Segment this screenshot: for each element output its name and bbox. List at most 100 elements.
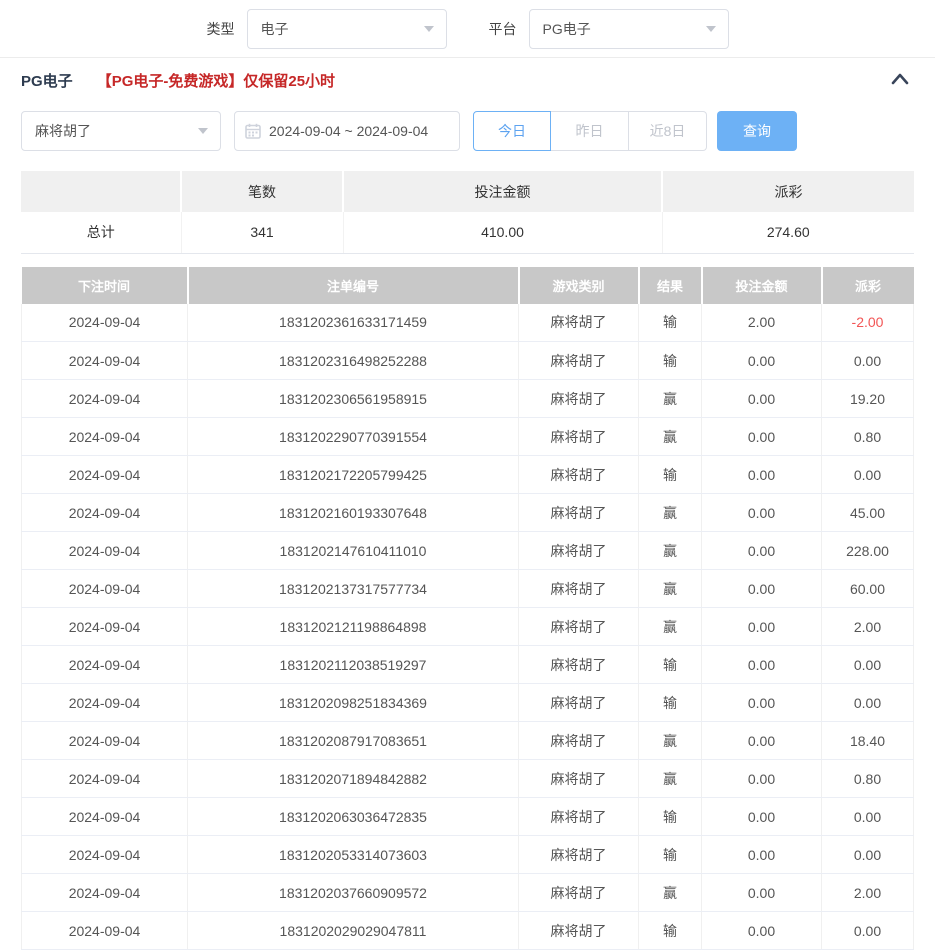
- column-header-result: 结果: [639, 267, 702, 304]
- cell-bet-time: 2024-09-04: [22, 570, 188, 608]
- cell-result: 赢: [639, 570, 702, 608]
- cell-game-type: 麻将胡了: [519, 646, 639, 684]
- query-row: 麻将胡了 2024-09-04 ~ 2024-09-04 今日昨日近8日 查询: [0, 102, 935, 152]
- cell-result: 输: [639, 456, 702, 494]
- cell-bet-amount: 0.00: [702, 836, 822, 874]
- column-header-bet-time: 下注时间: [22, 267, 188, 304]
- column-header-order-id: 注单编号: [188, 267, 519, 304]
- cell-game-type: 麻将胡了: [519, 684, 639, 722]
- cell-game-type: 麻将胡了: [519, 380, 639, 418]
- cell-bet-amount: 0.00: [702, 456, 822, 494]
- summary-total-payout: 274.60: [662, 212, 914, 253]
- cell-order-id: 1831202361633171459: [188, 304, 519, 342]
- cell-bet-time: 2024-09-04: [22, 646, 188, 684]
- records-table-body: 2024-09-041831202361633171459麻将胡了输2.00-2…: [22, 304, 914, 950]
- cell-bet-time: 2024-09-04: [22, 456, 188, 494]
- cell-bet-time: 2024-09-04: [22, 836, 188, 874]
- cell-bet-amount: 0.00: [702, 532, 822, 570]
- cell-order-id: 1831202290770391554: [188, 418, 519, 456]
- cell-result: 赢: [639, 532, 702, 570]
- cell-game-type: 麻将胡了: [519, 418, 639, 456]
- section-header: PG电子 【PG电子-免费游戏】仅保留25小时: [0, 58, 935, 102]
- cell-order-id: 1831202098251834369: [188, 684, 519, 722]
- summary-table: 笔数 投注金额 派彩 总计 341 410.00 274.60: [21, 171, 914, 254]
- cell-bet-amount: 0.00: [702, 760, 822, 798]
- quick-range-button-0[interactable]: 今日: [473, 111, 551, 151]
- cell-payout: 0.00: [822, 912, 914, 950]
- cell-bet-time: 2024-09-04: [22, 418, 188, 456]
- summary-total-count: 341: [181, 212, 343, 253]
- cell-game-type: 麻将胡了: [519, 760, 639, 798]
- cell-order-id: 1831202160193307648: [188, 494, 519, 532]
- date-range-input[interactable]: 2024-09-04 ~ 2024-09-04: [234, 111, 460, 151]
- cell-payout: 0.00: [822, 342, 914, 380]
- cell-order-id: 1831202137317577734: [188, 570, 519, 608]
- cell-bet-time: 2024-09-04: [22, 532, 188, 570]
- table-row: 2024-09-041831202361633171459麻将胡了输2.00-2…: [22, 304, 914, 342]
- cell-game-type: 麻将胡了: [519, 532, 639, 570]
- table-row: 2024-09-041831202160193307648麻将胡了赢0.0045…: [22, 494, 914, 532]
- search-button[interactable]: 查询: [717, 111, 797, 151]
- cell-payout: 19.20: [822, 380, 914, 418]
- cell-payout: 0.00: [822, 836, 914, 874]
- cell-order-id: 1831202053314073603: [188, 836, 519, 874]
- cell-result: 赢: [639, 418, 702, 456]
- platform-select[interactable]: PG电子: [529, 9, 729, 49]
- game-select[interactable]: 麻将胡了: [21, 111, 221, 151]
- cell-payout: 0.80: [822, 418, 914, 456]
- table-row: 2024-09-041831202029029047811麻将胡了输0.000.…: [22, 912, 914, 950]
- cell-bet-amount: 0.00: [702, 722, 822, 760]
- quick-range-button-1[interactable]: 昨日: [551, 111, 629, 151]
- cell-payout: 228.00: [822, 532, 914, 570]
- date-range-value: 2024-09-04 ~ 2024-09-04: [269, 123, 428, 139]
- cell-result: 赢: [639, 874, 702, 912]
- cell-result: 输: [639, 684, 702, 722]
- section-notice: 【PG电子-免费游戏】仅保留25小时: [97, 70, 335, 91]
- cell-bet-amount: 0.00: [702, 418, 822, 456]
- table-row: 2024-09-041831202098251834369麻将胡了输0.000.…: [22, 684, 914, 722]
- cell-game-type: 麻将胡了: [519, 874, 639, 912]
- summary-total-label: 总计: [21, 212, 181, 253]
- cell-payout: 0.00: [822, 456, 914, 494]
- cell-payout: 2.00: [822, 608, 914, 646]
- cell-order-id: 1831202063036472835: [188, 798, 519, 836]
- type-filter-group: 类型 电子: [207, 9, 447, 49]
- table-row: 2024-09-041831202316498252288麻将胡了输0.000.…: [22, 342, 914, 380]
- cell-bet-amount: 0.00: [702, 494, 822, 532]
- cell-bet-time: 2024-09-04: [22, 760, 188, 798]
- cell-result: 赢: [639, 722, 702, 760]
- cell-order-id: 1831202316498252288: [188, 342, 519, 380]
- cell-bet-time: 2024-09-04: [22, 304, 188, 342]
- type-select-value: 电子: [261, 19, 289, 39]
- chevron-up-icon[interactable]: [891, 72, 909, 86]
- table-row: 2024-09-041831202290770391554麻将胡了赢0.000.…: [22, 418, 914, 456]
- cell-order-id: 1831202306561958915: [188, 380, 519, 418]
- cell-result: 输: [639, 798, 702, 836]
- summary-table-wrap: 笔数 投注金额 派彩 总计 341 410.00 274.60: [0, 171, 935, 254]
- cell-order-id: 1831202121198864898: [188, 608, 519, 646]
- cell-result: 输: [639, 304, 702, 342]
- chevron-down-icon: [706, 26, 716, 32]
- type-select[interactable]: 电子: [247, 9, 447, 49]
- cell-payout: 60.00: [822, 570, 914, 608]
- cell-bet-amount: 0.00: [702, 684, 822, 722]
- cell-game-type: 麻将胡了: [519, 912, 639, 950]
- cell-payout: 0.00: [822, 646, 914, 684]
- cell-order-id: 1831202112038519297: [188, 646, 519, 684]
- cell-bet-time: 2024-09-04: [22, 874, 188, 912]
- type-label: 类型: [207, 19, 235, 39]
- summary-header-blank: [21, 171, 181, 212]
- cell-bet-amount: 0.00: [702, 874, 822, 912]
- cell-bet-amount: 0.00: [702, 342, 822, 380]
- column-header-game-type: 游戏类别: [519, 267, 639, 304]
- cell-order-id: 1831202172205799425: [188, 456, 519, 494]
- cell-bet-time: 2024-09-04: [22, 342, 188, 380]
- cell-result: 赢: [639, 608, 702, 646]
- quick-range-button-2[interactable]: 近8日: [629, 111, 707, 151]
- cell-bet-time: 2024-09-04: [22, 684, 188, 722]
- summary-total-bet-amount: 410.00: [343, 212, 662, 253]
- cell-payout: 45.00: [822, 494, 914, 532]
- cell-bet-amount: 0.00: [702, 380, 822, 418]
- cell-bet-amount: 2.00: [702, 304, 822, 342]
- cell-order-id: 1831202087917083651: [188, 722, 519, 760]
